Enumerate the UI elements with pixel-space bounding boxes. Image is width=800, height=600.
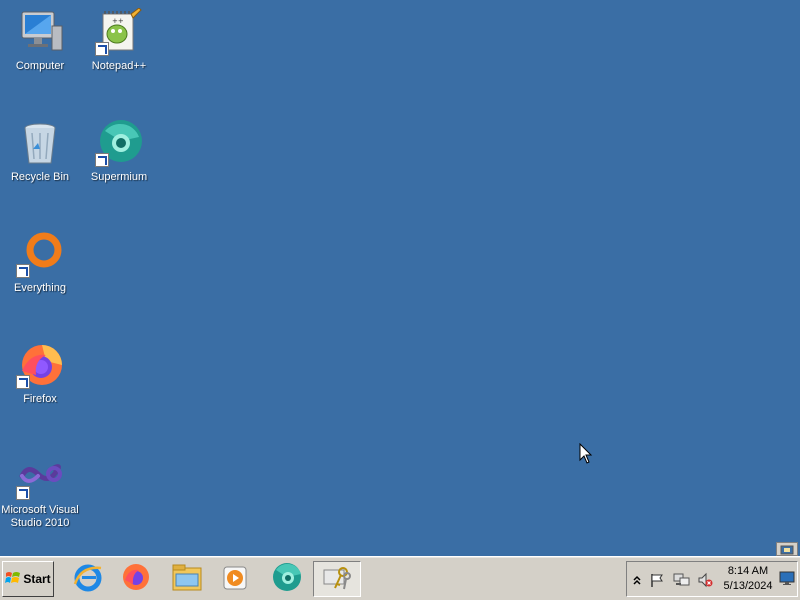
svg-text:++: ++ [112,17,124,25]
computer-icon [16,8,64,56]
show-hidden-icons-chevron-icon[interactable] [629,572,645,588]
desktop-icon-label: Microsoft Visual Studio 2010 [1,504,79,529]
file-explorer-icon [171,562,203,597]
taskbar: Start 8:14 AM 5/13/2024 [0,556,800,600]
clock-date: 5/13/2024 [723,580,773,592]
desktop-icon-label: Everything [14,282,66,294]
shortcut-arrow-icon [16,486,30,500]
taskbar-button-file-explorer[interactable] [165,561,209,597]
network-icon[interactable] [673,572,690,588]
desktop-icon-notepad-plus-plus[interactable]: ++ Notepad++ [79,0,159,73]
action-center-flag-icon[interactable] [649,572,665,588]
shortcut-arrow-icon [95,153,109,167]
shortcut-arrow-icon [16,375,30,389]
desktop-icon-visual-studio[interactable]: Microsoft Visual Studio 2010 [0,444,80,530]
visual-studio-icon [16,452,64,500]
start-button[interactable]: Start [2,561,54,597]
desktop-icon-label: Recycle Bin [10,171,70,183]
keys-icon [321,562,353,597]
notepad-plus-plus-icon: ++ [95,7,143,56]
desktop-icon-everything[interactable]: Everything [0,222,80,295]
everything-search-icon [16,230,64,278]
system-tray: 8:14 AM 5/13/2024 [626,561,798,597]
desktop-icon-supermium[interactable]: Supermium [79,111,159,184]
recycle-bin-icon [16,119,64,167]
volume-muted-icon[interactable] [697,572,713,588]
firefox-icon [16,341,64,389]
taskbar-button-internet-explorer[interactable] [66,561,110,597]
media-player-icon [221,562,251,597]
firefox-icon [121,562,151,597]
internet-explorer-icon [73,562,103,597]
taskbar-button-firefox[interactable] [114,561,158,597]
desktop-icon-label: Supermium [90,171,148,183]
start-label: Start [23,572,51,586]
taskbar-button-media-player[interactable] [214,561,258,597]
desktop-icon-firefox[interactable]: Firefox [0,333,80,406]
desktop-icon-label: Firefox [23,393,57,405]
supermium-icon [271,561,303,598]
desktop[interactable]: Computer ++ Notepad++ Recycle Bin Superm… [0,0,800,556]
desktop-icon-label: Notepad++ [91,60,147,72]
shortcut-arrow-icon [95,42,109,56]
shortcut-arrow-icon [16,264,30,278]
clock-time: 8:14 AM [727,565,769,577]
show-desktop-button[interactable] [776,542,798,556]
supermium-icon [95,119,143,167]
desktop-icon-label: Computer [15,60,65,72]
windows-logo-icon [5,570,21,589]
desktop-icon-recycle-bin[interactable]: Recycle Bin [0,111,80,184]
show-desktop-monitor-icon[interactable] [779,570,795,586]
desktop-icon-computer[interactable]: Computer [0,0,80,73]
clock[interactable]: 8:14 AM 5/13/2024 [719,564,777,594]
taskbar-button-keys-active[interactable] [313,561,361,597]
mouse-cursor-icon [579,442,593,465]
taskbar-button-supermium[interactable] [265,561,309,597]
